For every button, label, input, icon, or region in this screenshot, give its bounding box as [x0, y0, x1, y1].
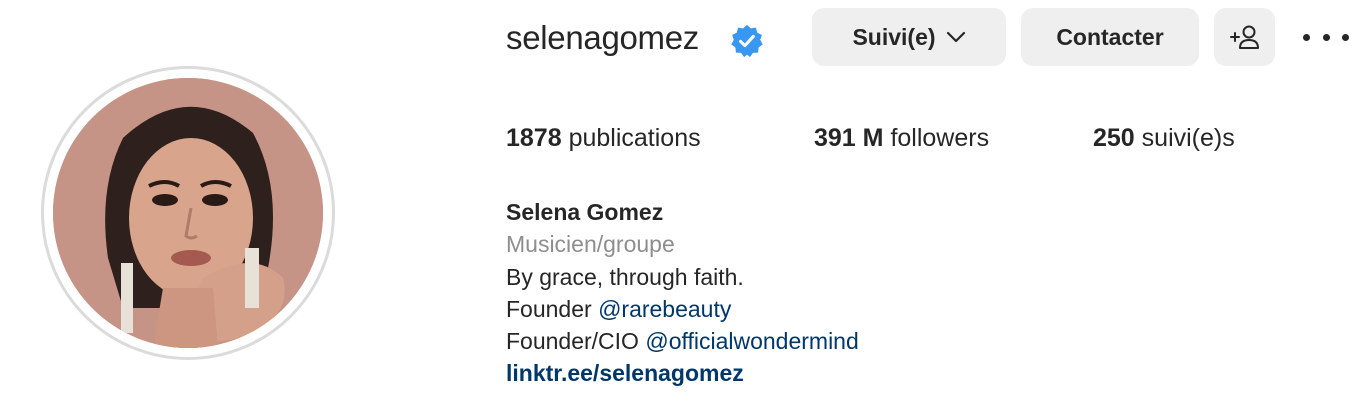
- profile-bio: Selena Gomez Musicien/groupe By grace, t…: [506, 196, 1206, 390]
- stat-posts: 1878 publications: [506, 122, 701, 154]
- contact-button-label: Contacter: [1056, 23, 1164, 50]
- dot: [1342, 33, 1349, 41]
- profile-external-link[interactable]: linktr.ee/selenagomez: [506, 357, 1206, 389]
- dot: [1322, 33, 1330, 41]
- profile-header: selenagomez Suivi(e) Contacter 1878 publ…: [0, 0, 1372, 408]
- posts-count: 1878: [506, 124, 562, 152]
- following-label: suivi(e)s: [1141, 124, 1235, 152]
- following-button-label: Suivi(e): [852, 23, 936, 50]
- mention-rarebeauty-link[interactable]: @rarebeauty: [598, 296, 731, 322]
- following-dropdown-button[interactable]: Suivi(e): [812, 8, 1006, 66]
- stat-following[interactable]: 250 suivi(e)s: [1093, 122, 1235, 154]
- verified-badge-icon: [731, 24, 763, 58]
- avatar-photo-icon: [53, 78, 323, 348]
- stat-followers[interactable]: 391 M followers: [814, 122, 989, 154]
- profile-avatar-ring[interactable]: [41, 66, 335, 360]
- profile-avatar[interactable]: [53, 78, 323, 348]
- chevron-down-icon: [946, 31, 965, 43]
- contact-button[interactable]: Contacter: [1021, 8, 1199, 66]
- bio-founder-prefix: Founder: [506, 295, 599, 322]
- dot: [1303, 33, 1310, 41]
- profile-username[interactable]: selenagomez: [506, 18, 699, 58]
- bio-cio-prefix: Founder/CIO: [506, 328, 646, 355]
- bio-cio-line: Founder/CIO @officialwondermind: [506, 325, 1206, 357]
- bio-text: By grace, through faith.: [506, 263, 744, 290]
- bio-founder-line: Founder @rarebeauty: [506, 293, 1206, 325]
- mention-officialwondermind-link[interactable]: @officialwondermind: [645, 328, 858, 354]
- suggest-users-button[interactable]: [1214, 8, 1275, 66]
- profile-full-name: Selena Gomez: [506, 199, 664, 225]
- profile-category: Musicien/groupe: [506, 231, 675, 258]
- more-options-icon[interactable]: [1303, 22, 1349, 52]
- posts-label: publications: [568, 124, 701, 152]
- add-user-icon: [1229, 25, 1259, 49]
- following-count: 250: [1093, 124, 1135, 152]
- followers-label: followers: [890, 124, 990, 152]
- followers-count: 391 M: [814, 124, 884, 152]
